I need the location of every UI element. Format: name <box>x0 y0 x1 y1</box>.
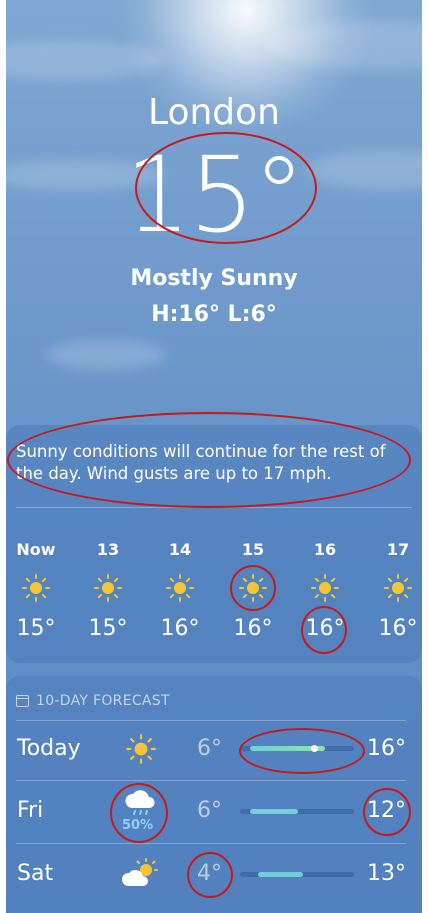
annotation-ring-sun-icon <box>230 565 276 611</box>
annotation-ring-summary <box>7 412 411 508</box>
hour-temp-13: 15° <box>88 616 128 641</box>
sun-icon <box>311 574 339 602</box>
hour-temp-14: 16° <box>160 616 200 641</box>
forecast-day-fri: Fri <box>17 798 44 823</box>
temp-range-bar-sat <box>258 872 303 877</box>
temp-range-bar-fri <box>250 809 298 814</box>
hour-label-14: 14 <box>168 540 192 559</box>
forecast-day-sat: Sat <box>17 861 54 886</box>
annotation-ring-fri-high <box>363 788 411 836</box>
hour-label-15: 15 <box>241 540 265 559</box>
divider <box>16 780 406 781</box>
forecast-title-label: 10-DAY FORECAST <box>36 693 170 709</box>
annotation-ring-current-temp <box>135 132 317 244</box>
hour-temp-15: 16° <box>233 616 273 641</box>
divider <box>16 720 406 721</box>
sun-icon <box>166 574 194 602</box>
hour-temp-now: 15° <box>16 616 56 641</box>
sun-icon <box>126 734 156 764</box>
sun-icon <box>384 574 412 602</box>
hour-label-13: 13 <box>96 540 120 559</box>
location-name: London <box>148 92 280 133</box>
annotation-ring-today-bar <box>239 728 365 774</box>
forecast-low-today: 6° <box>197 736 222 761</box>
annotation-ring-sat-low <box>187 852 233 898</box>
annotation-ring-hour-temp <box>301 606 347 654</box>
high-low-text: H:16° L:6° <box>151 302 277 327</box>
cloud-streak <box>46 340 166 370</box>
sun-icon <box>22 574 50 602</box>
calendar-icon <box>16 695 29 707</box>
annotation-ring-precip-icon <box>110 783 168 843</box>
forecast-title: 10-DAY FORECAST <box>16 693 170 709</box>
hour-label-now: Now <box>16 540 56 559</box>
hour-temp-17: 16° <box>378 616 418 641</box>
hour-label-16: 16 <box>313 540 337 559</box>
hour-label-17: 17 <box>386 540 410 559</box>
forecast-low-fri: 6° <box>197 798 222 823</box>
forecast-high-sat: 13° <box>367 861 406 886</box>
forecast-day-today: Today <box>17 736 81 761</box>
sun-icon <box>94 574 122 602</box>
forecast-high-today: 16° <box>367 736 406 761</box>
cloud-sun-icon <box>121 858 158 886</box>
condition-text: Mostly Sunny <box>130 266 298 291</box>
divider <box>16 843 406 844</box>
